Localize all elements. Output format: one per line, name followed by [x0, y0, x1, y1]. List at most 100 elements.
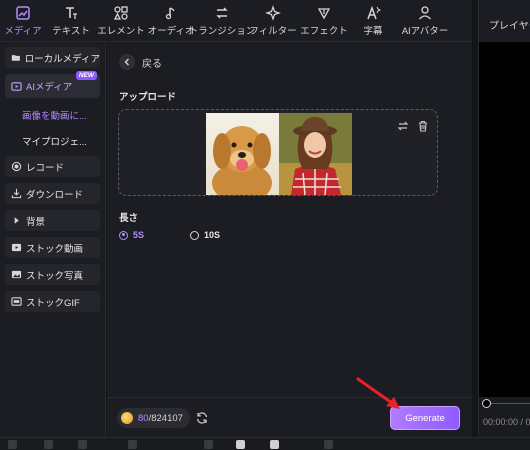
- elements-icon: [113, 6, 128, 20]
- tab-text[interactable]: テキスト: [46, 0, 96, 42]
- player-canvas: [478, 42, 530, 397]
- sidebar-item-label: ストック写真: [26, 270, 84, 282]
- duration-section-title: 長さ: [119, 213, 139, 224]
- tab-transition[interactable]: トランジション: [189, 0, 255, 42]
- back-row: 戻る: [119, 54, 162, 70]
- tab-ai-avatar-label: AIアバター: [401, 26, 449, 37]
- media-sidebar: ローカルメディア AIメディア NEW 画像を動画に... マイプロジェ... …: [0, 42, 106, 437]
- tab-elements[interactable]: エレメント: [96, 0, 146, 42]
- playback-track[interactable]: [487, 403, 530, 404]
- woman-photo: [279, 113, 352, 195]
- tab-ai-avatar[interactable]: AIアバター: [396, 0, 454, 42]
- sidebar-item-label: ローカルメディア: [24, 53, 100, 65]
- tab-transition-label: トランジション: [188, 26, 256, 37]
- upload-dropzone[interactable]: [118, 109, 438, 196]
- split-icon[interactable]: [128, 440, 137, 449]
- duration-option-5s[interactable]: 5S: [119, 230, 144, 240]
- dog-photo: [206, 113, 279, 195]
- tab-filter-label: フィルター: [249, 26, 297, 37]
- tab-media[interactable]: メディア: [0, 0, 46, 42]
- effect-icon: [317, 8, 331, 20]
- snapshot-icon[interactable]: [270, 440, 279, 449]
- generate-footer: 80 /824107 Generate: [107, 397, 472, 437]
- sidebar-item-label: AIメディア: [26, 82, 73, 93]
- back-label[interactable]: 戻る: [142, 55, 162, 70]
- refresh-icon[interactable]: [195, 411, 209, 425]
- sidebar-subitem-my-projects[interactable]: マイプロジェ...: [22, 130, 100, 152]
- gif-icon: [11, 297, 22, 306]
- subtitle-icon: [367, 5, 381, 20]
- top-toolbar: メディア テキスト エレメント オーディオ トランジション フィルター エフェク…: [0, 0, 472, 42]
- sidebar-item-record[interactable]: レコード: [5, 156, 100, 177]
- sidebar-item-stock-gif[interactable]: ストックGIF: [5, 291, 100, 312]
- duration-option-10s[interactable]: 10S: [190, 230, 220, 240]
- background-icon: [14, 217, 19, 224]
- record-icon: [11, 161, 22, 172]
- tab-subtitle[interactable]: 字幕: [350, 0, 396, 42]
- uploaded-image-thumbnail: [206, 113, 352, 195]
- redo-icon[interactable]: [44, 440, 53, 449]
- tab-audio-label: オーディオ: [147, 26, 195, 37]
- audio-icon: [165, 7, 175, 20]
- radio-selected-icon: [119, 230, 128, 240]
- transition-icon: [216, 7, 228, 19]
- text-icon: [66, 7, 77, 19]
- sidebar-item-local-media[interactable]: ローカルメディア: [5, 47, 100, 68]
- duration-option-label: 10S: [204, 230, 221, 240]
- audio-mixer-icon[interactable]: [324, 440, 333, 449]
- tab-elements-label: エレメント: [97, 26, 145, 37]
- sidebar-item-background[interactable]: 背景: [5, 210, 100, 231]
- duration-option-label: 5S: [133, 230, 145, 240]
- sidebar-subitem-image-to-video[interactable]: 画像を動画に...: [22, 104, 100, 126]
- chevron-left-icon: [124, 58, 129, 66]
- radio-empty-icon: [190, 230, 200, 240]
- timeline-toolbar: [0, 437, 530, 450]
- trash-icon[interactable]: [417, 120, 429, 132]
- sidebar-item-download[interactable]: ダウンロード: [5, 183, 100, 204]
- red-arrow-icon: [356, 377, 400, 409]
- delete-icon[interactable]: [78, 440, 87, 449]
- back-button[interactable]: [119, 54, 135, 70]
- media-icon: [16, 6, 30, 20]
- sidebar-item-stock-video[interactable]: ストック動画: [5, 237, 100, 258]
- sidebar-item-stock-photo[interactable]: ストック写真: [5, 264, 100, 285]
- ai-media-icon: [11, 81, 22, 91]
- playback-time: 00:00:00 / 0: [483, 417, 530, 427]
- playhead-knob[interactable]: [482, 399, 491, 408]
- tab-subtitle-label: 字幕: [363, 26, 383, 37]
- sidebar-subitem-label: マイプロジェ...: [22, 137, 87, 148]
- new-badge: NEW: [75, 71, 97, 80]
- duration-options: 5S 10S: [119, 230, 266, 240]
- sidebar-item-label: ストックGIF: [26, 297, 80, 309]
- player-panel-header: プレイヤー: [478, 0, 530, 42]
- stock-video-icon: [11, 243, 22, 252]
- sidebar-item-label: レコード: [26, 162, 65, 174]
- credits-used: 80: [138, 412, 149, 424]
- sidebar-item-ai-media[interactable]: AIメディア NEW: [5, 71, 100, 98]
- marker-icon[interactable]: [236, 440, 245, 449]
- tab-media-label: メディア: [4, 26, 42, 37]
- swap-icon[interactable]: [397, 120, 409, 132]
- credits-total: /824107: [148, 412, 183, 424]
- undo-icon[interactable]: [8, 440, 17, 449]
- upload-actions: [389, 120, 429, 132]
- stock-photo-icon: [11, 270, 22, 279]
- tab-filter[interactable]: フィルター: [248, 0, 298, 42]
- download-icon: [11, 188, 22, 199]
- sidebar-item-label: ストック動画: [26, 243, 84, 255]
- credits-pill: 80 /824107: [117, 408, 190, 428]
- tab-effect-label: エフェクト: [300, 26, 348, 37]
- tab-text-label: テキスト: [52, 26, 90, 37]
- sidebar-item-label: ダウンロード: [26, 189, 84, 201]
- folder-icon: [11, 55, 20, 61]
- sidebar-subitem-label: 画像を動画に...: [22, 111, 87, 122]
- player-title: プレイヤー: [489, 21, 530, 32]
- crop-icon[interactable]: [204, 440, 213, 449]
- avatar-icon: [419, 6, 431, 20]
- ai-media-panel: 戻る アップロード 長さ 5S 10S 80 /824107 Generate: [107, 42, 472, 437]
- filter-icon: [265, 5, 281, 21]
- player-controls: 00:00:00 / 0: [478, 397, 530, 437]
- tab-effect[interactable]: エフェクト: [298, 0, 350, 42]
- sidebar-item-label: 背景: [26, 216, 46, 228]
- coin-icon: [121, 412, 133, 424]
